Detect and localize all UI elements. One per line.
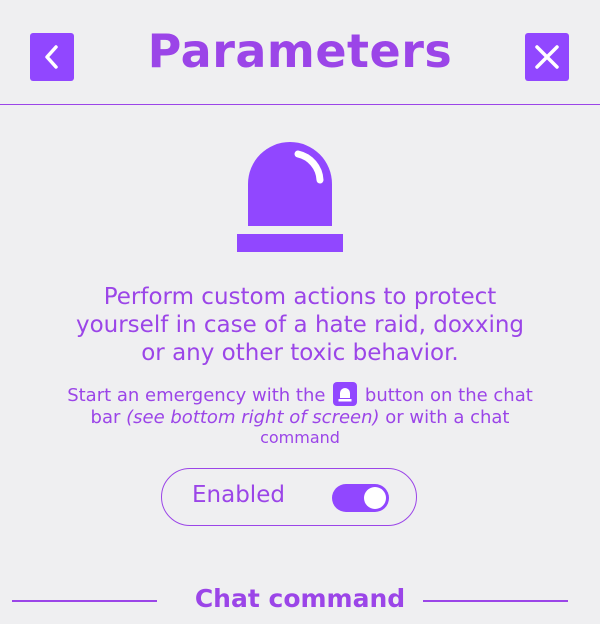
hint-part: or with a chat (385, 407, 510, 428)
header: Parameters (0, 0, 600, 105)
siren-icon (237, 142, 343, 252)
section-title: Chat command (194, 584, 406, 613)
hint-italic: (see bottom right of screen) (126, 407, 380, 428)
description-line: yourself in case of a hate raid, doxxing (75, 312, 525, 338)
siren-icon (333, 382, 358, 406)
page-title: Parameters (147, 24, 453, 78)
hint-text: Start an emergency with the button on th… (10, 382, 590, 447)
hint-part: command (260, 428, 340, 447)
toggle-label: Enabled (192, 482, 285, 508)
toggle-knob (364, 487, 386, 509)
toggle-switch[interactable] (332, 484, 389, 512)
description-line: or any other toxic behavior. (141, 340, 459, 366)
close-icon (535, 45, 559, 69)
hint-part: Start an emergency with the (67, 385, 326, 406)
description-line: Perform custom actions to protect (103, 284, 497, 310)
hint-part: bar (90, 407, 121, 428)
close-button[interactable] (525, 33, 569, 81)
description: Perform custom actions to protect yourse… (20, 283, 580, 367)
divider (423, 600, 568, 602)
enabled-toggle[interactable]: Enabled (161, 468, 417, 526)
hint-part: button on the chat (364, 385, 533, 406)
chat-command-section: Chat command (0, 582, 600, 618)
